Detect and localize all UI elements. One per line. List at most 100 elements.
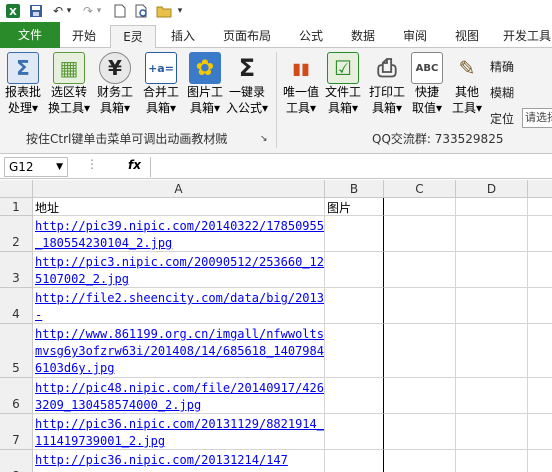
row-header[interactable]: 4 (0, 288, 33, 324)
cell-d5[interactable] (456, 324, 528, 378)
cell-e8[interactable] (528, 450, 552, 472)
search-select-input[interactable]: 请选择 (522, 108, 552, 128)
tab-review[interactable]: 审阅 (392, 25, 438, 48)
other-tools-button[interactable]: ✎ 其他 工具▾ (444, 52, 490, 122)
cell-a8[interactable]: http://pic36.nipic.com/20131214/147 (33, 450, 325, 472)
cell-e5[interactable] (528, 324, 552, 378)
cell-e7[interactable] (528, 414, 552, 450)
tab-page-layout[interactable]: 页面布局 (212, 25, 282, 48)
url-link[interactable]: http://pic3.nipic.com/20090512/253660_12… (35, 255, 324, 286)
column-header-a[interactable]: A (33, 180, 325, 198)
tab-file[interactable]: 文件 (0, 22, 60, 48)
cell-a5[interactable]: http://www.861199.org.cn/imgall/nfwwolts… (33, 324, 325, 378)
locate-item[interactable]: 定位 (490, 110, 514, 127)
dialog-launcher-icon[interactable]: ↘ (260, 134, 268, 144)
cell-b2[interactable] (325, 216, 384, 252)
cell-b5[interactable] (325, 324, 384, 378)
svg-text:X: X (9, 7, 17, 18)
row-header[interactable]: 7 (0, 414, 33, 450)
save-icon[interactable] (28, 3, 44, 19)
print-preview-icon[interactable] (134, 3, 150, 19)
row-header[interactable]: 2 (0, 216, 33, 252)
cell-c6[interactable] (384, 378, 456, 414)
cell-b7[interactable] (325, 414, 384, 450)
url-link[interactable]: http://pic36.nipic.com/20131129/8821914_… (35, 417, 324, 448)
tab-formulas[interactable]: 公式 (288, 25, 334, 48)
cell-d1[interactable] (456, 198, 528, 216)
column-header-c[interactable]: C (384, 180, 456, 198)
row-header[interactable]: 8 (0, 450, 33, 472)
picture-tools-button[interactable]: ✿ 图片工 具箱▾ (182, 52, 228, 122)
exact-search-item[interactable]: 精确 (490, 58, 514, 75)
column-header-e[interactable] (528, 180, 552, 198)
cell-c2[interactable] (384, 216, 456, 252)
cell-a1[interactable]: 地址 (33, 198, 325, 216)
url-link[interactable]: http://pic36.nipic.com/20131214/147 (35, 453, 288, 467)
tab-developer[interactable]: 开发工具 (496, 25, 552, 48)
cell-d7[interactable] (456, 414, 528, 450)
cell-d2[interactable] (456, 216, 528, 252)
customize-toolbar-icon[interactable]: ▾ (174, 3, 186, 19)
cell-a3[interactable]: http://pic3.nipic.com/20090512/253660_12… (33, 252, 325, 288)
row-header[interactable]: 6 (0, 378, 33, 414)
name-box[interactable]: G12 ▼ (4, 157, 68, 177)
cell-c8[interactable] (384, 450, 456, 472)
name-box-dropdown-icon[interactable]: ▼ (56, 158, 63, 176)
cell-c3[interactable] (384, 252, 456, 288)
row-header[interactable]: 3 (0, 252, 33, 288)
cell-c4[interactable] (384, 288, 456, 324)
new-document-icon[interactable] (112, 3, 128, 19)
cell-e6[interactable] (528, 378, 552, 414)
tab-e-ling[interactable]: E灵 (110, 25, 156, 49)
cell-e1[interactable] (528, 198, 552, 216)
undo-dropdown-icon[interactable]: ▾ (64, 3, 74, 19)
url-link[interactable]: http://pic39.nipic.com/20140322/17850955… (35, 219, 324, 250)
sigma-formula-icon: Σ (238, 54, 256, 82)
cell-b3[interactable] (325, 252, 384, 288)
select-all-corner[interactable] (0, 180, 33, 198)
cell-e4[interactable] (528, 288, 552, 324)
cell-a7[interactable]: http://pic36.nipic.com/20131129/8821914_… (33, 414, 325, 450)
row-header[interactable]: 1 (0, 198, 33, 216)
cell-d4[interactable] (456, 288, 528, 324)
cell-e2[interactable] (528, 216, 552, 252)
cell-b8[interactable] (325, 450, 384, 472)
url-link[interactable]: http://www.861199.org.cn/imgall/nfwwolts… (35, 327, 324, 375)
cell-c7[interactable] (384, 414, 456, 450)
row-header[interactable]: 5 (0, 324, 33, 378)
cell-c5[interactable] (384, 324, 456, 378)
cell-b4[interactable] (325, 288, 384, 324)
cell-a4[interactable]: http://file2.sheencity.com/data/big/2013… (33, 288, 325, 324)
cell-a6[interactable]: http://pic48.nipic.com/file/20140917/426… (33, 378, 325, 414)
unique-value-tools-button[interactable]: ▮▮ 唯一值 工具▾ (278, 52, 324, 122)
report-batch-button[interactable]: Σ 报表批 处理▾ (0, 52, 46, 122)
column-header-d[interactable]: D (456, 180, 528, 198)
button-label: 报表批 (4, 85, 41, 99)
finance-tools-button[interactable]: ¥ 财务工 具箱▾ (92, 52, 138, 122)
one-key-input-button[interactable]: Σ 一键录 入公式▾ (224, 52, 270, 122)
open-folder-icon[interactable] (156, 3, 172, 19)
cell-a2[interactable]: http://pic39.nipic.com/20140322/17850955… (33, 216, 325, 252)
cell-d8[interactable] (456, 450, 528, 472)
cell-d3[interactable] (456, 252, 528, 288)
cell-c1[interactable] (384, 198, 456, 216)
tab-view[interactable]: 视图 (444, 25, 490, 48)
cell-b1[interactable]: 图片 (325, 198, 384, 216)
url-link[interactable]: http://file2.sheencity.com/data/big/2013… (35, 291, 324, 322)
column-header-b[interactable]: B (325, 180, 384, 198)
file-tools-button[interactable]: ☑ 文件工 具箱▾ (320, 52, 366, 122)
tab-home[interactable]: 开始 (62, 25, 106, 48)
cell-e3[interactable] (528, 252, 552, 288)
cell-b6[interactable] (325, 378, 384, 414)
merge-tools-button[interactable]: +a= 合并工 具箱▾ (138, 52, 184, 122)
tab-insert[interactable]: 插入 (160, 25, 206, 48)
abc-check-icon: ABC (411, 52, 443, 84)
redo-dropdown-icon[interactable]: ▾ (94, 3, 104, 19)
select-area-convert-button[interactable]: ▦ 选区转 换工具▾ (46, 52, 92, 122)
cell-d6[interactable] (456, 378, 528, 414)
tab-data[interactable]: 数据 (340, 25, 386, 48)
insert-function-icon[interactable]: fx (128, 158, 141, 172)
url-link[interactable]: http://pic48.nipic.com/file/20140917/426… (35, 381, 324, 412)
formula-input[interactable] (150, 157, 552, 177)
fuzzy-search-item[interactable]: 模糊 (490, 84, 514, 101)
